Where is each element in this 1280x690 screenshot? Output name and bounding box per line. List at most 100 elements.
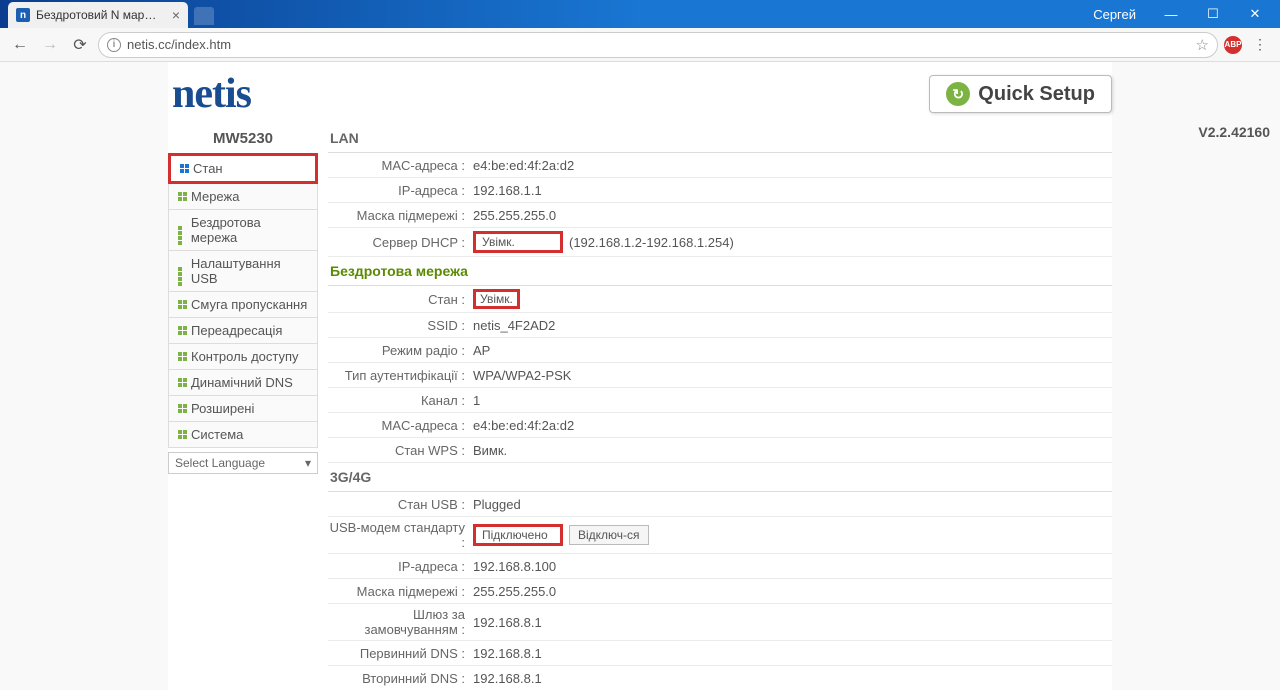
url-input[interactable]: i netis.cc/index.htm ☆ [98, 32, 1218, 58]
page-container: netis ↻ Quick Setup V2.2.42160 MW5230 Ст… [168, 62, 1112, 690]
menu-dot-icon [177, 300, 187, 310]
body-row: MW5230 Стан Мережа Бездротова мережа Нал… [168, 118, 1112, 690]
wl-wps-row: Стан WPS : Вимк. [328, 438, 1112, 463]
row-label: Маска підмережі : [328, 208, 473, 223]
sidebar-item-label: Розширені [191, 401, 254, 416]
sidebar-item-label: Налаштування USB [191, 256, 309, 286]
wl-ssid-row: SSID : netis_4F2AD2 [328, 313, 1112, 338]
g3-dns2-row: Вторинний DNS : 192.168.8.1 [328, 666, 1112, 690]
lan-mac-row: MAC-адреса : e4:be:ed:4f:2a:d2 [328, 153, 1112, 178]
menu-dot-icon [177, 225, 187, 235]
row-label: MAC-адреса : [328, 418, 473, 433]
close-window-icon[interactable]: ✕ [1234, 0, 1276, 28]
menu-dot-icon [179, 164, 189, 174]
new-tab-button[interactable] [194, 7, 214, 25]
back-icon[interactable]: ← [8, 33, 32, 57]
menu-icon[interactable]: ⋮ [1248, 33, 1272, 57]
menu-dot-icon [177, 326, 187, 336]
sidebar-item-label: Динамічний DNS [191, 375, 293, 390]
close-icon[interactable]: × [172, 7, 180, 23]
minimize-icon[interactable]: — [1150, 0, 1192, 28]
row-label: Первинний DNS : [328, 646, 473, 661]
row-label: IP-адреса : [328, 559, 473, 574]
g3-usb-value: Plugged [473, 497, 1112, 512]
g3-dns1-row: Первинний DNS : 192.168.8.1 [328, 641, 1112, 666]
sidebar-item-label: Система [191, 427, 243, 442]
g3-ip-row: IP-адреса : 192.168.8.100 [328, 554, 1112, 579]
browser-tab[interactable]: n Бездротовий N маршру × [8, 2, 188, 28]
wireless-state-badge: Увімк. [473, 289, 520, 309]
g3-mask-row: Маска підмережі : 255.255.255.0 [328, 579, 1112, 604]
sidebar-item-access[interactable]: Контроль доступу [168, 344, 318, 370]
row-label: Стан : [328, 292, 473, 307]
address-bar: ← → ⟳ i netis.cc/index.htm ☆ ABP ⋮ [0, 28, 1280, 62]
wl-ssid-value: netis_4F2AD2 [473, 318, 1112, 333]
menu-dot-icon [177, 266, 187, 276]
sidebar-item-wireless[interactable]: Бездротова мережа [168, 210, 318, 251]
sidebar-item-label: Мережа [191, 189, 239, 204]
wl-mac-value: e4:be:ed:4f:2a:d2 [473, 418, 1112, 433]
bookmark-icon[interactable]: ☆ [1196, 36, 1209, 54]
browser-user[interactable]: Сергей [1079, 7, 1150, 22]
sidebar-item-label: Бездротова мережа [191, 215, 309, 245]
row-label: Маска підмережі : [328, 584, 473, 599]
adblock-icon[interactable]: ABP [1224, 36, 1242, 54]
wl-wps-value: Вимк. [473, 443, 1112, 458]
g3-ip-value: 192.168.8.100 [473, 559, 1112, 574]
menu-dot-icon [177, 404, 187, 414]
window-controls: Сергей — ☐ ✕ [1079, 0, 1280, 28]
row-label: Тип аутентифікації : [328, 368, 473, 383]
menu-dot-icon [177, 430, 187, 440]
forward-icon[interactable]: → [38, 33, 62, 57]
row-label: USB-модем стандарту : [328, 520, 473, 550]
disconnect-button[interactable]: Відключ-ся [569, 525, 649, 545]
site-info-icon[interactable]: i [107, 38, 121, 52]
g3-modem-value: Підключено Відключ-ся [473, 524, 1112, 546]
lan-mac-value: e4:be:ed:4f:2a:d2 [473, 158, 1112, 173]
section-lan-title: LAN [328, 124, 1112, 153]
reload-icon[interactable]: ⟳ [68, 33, 92, 57]
wl-auth-value: WPA/WPA2-PSK [473, 368, 1112, 383]
quick-setup-button[interactable]: ↻ Quick Setup [929, 75, 1112, 113]
sidebar-item-status[interactable]: Стан [168, 153, 318, 184]
sidebar-item-forwarding[interactable]: Переадресація [168, 318, 318, 344]
quick-setup-label: Quick Setup [978, 83, 1095, 106]
wl-state-value: Увімк. [473, 289, 1112, 309]
row-label: MAC-адреса : [328, 158, 473, 173]
page-viewport: netis ↻ Quick Setup V2.2.42160 MW5230 Ст… [0, 62, 1280, 690]
main-content: LAN MAC-адреса : e4:be:ed:4f:2a:d2 IP-ад… [318, 124, 1112, 690]
g3-dns2-value: 192.168.8.1 [473, 671, 1112, 686]
lan-dhcp-row: Сервер DHCP : Увімк. (192.168.1.2-192.16… [328, 228, 1112, 257]
favicon-icon: n [16, 8, 30, 22]
sidebar-item-system[interactable]: Система [168, 422, 318, 448]
g3-mask-value: 255.255.255.0 [473, 584, 1112, 599]
wl-mac-row: MAC-адреса : e4:be:ed:4f:2a:d2 [328, 413, 1112, 438]
sidebar-item-network[interactable]: Мережа [168, 184, 318, 210]
wl-state-row: Стан : Увімк. [328, 286, 1112, 313]
tab-title: Бездротовий N маршру [36, 8, 166, 22]
maximize-icon[interactable]: ☐ [1192, 0, 1234, 28]
row-label: IP-адреса : [328, 183, 473, 198]
row-label: Сервер DHCP : [328, 235, 473, 250]
language-select[interactable]: Select Language ▾ [168, 452, 318, 474]
wl-auth-row: Тип аутентифікації : WPA/WPA2-PSK [328, 363, 1112, 388]
sidebar-item-advanced[interactable]: Розширені [168, 396, 318, 422]
sidebar-item-label: Смуга пропускання [191, 297, 307, 312]
sidebar-item-ddns[interactable]: Динамічний DNS [168, 370, 318, 396]
model-number: MW5230 [168, 124, 318, 153]
row-label: Шлюз за замовчуванням : [328, 607, 473, 637]
dhcp-range: (192.168.1.2-192.168.1.254) [569, 235, 734, 250]
dhcp-status-badge: Увімк. [473, 231, 563, 253]
wl-channel-row: Канал : 1 [328, 388, 1112, 413]
menu-dot-icon [177, 192, 187, 202]
lan-mask-row: Маска підмережі : 255.255.255.0 [328, 203, 1112, 228]
menu-dot-icon [177, 352, 187, 362]
page-header: netis ↻ Quick Setup [168, 62, 1112, 118]
sidebar-item-usb[interactable]: Налаштування USB [168, 251, 318, 292]
sidebar-item-bandwidth[interactable]: Смуга пропускання [168, 292, 318, 318]
g3-modem-row: USB-модем стандарту : Підключено Відключ… [328, 517, 1112, 554]
wl-channel-value: 1 [473, 393, 1112, 408]
row-label: SSID : [328, 318, 473, 333]
quick-setup-icon: ↻ [946, 82, 970, 106]
lan-mask-value: 255.255.255.0 [473, 208, 1112, 223]
